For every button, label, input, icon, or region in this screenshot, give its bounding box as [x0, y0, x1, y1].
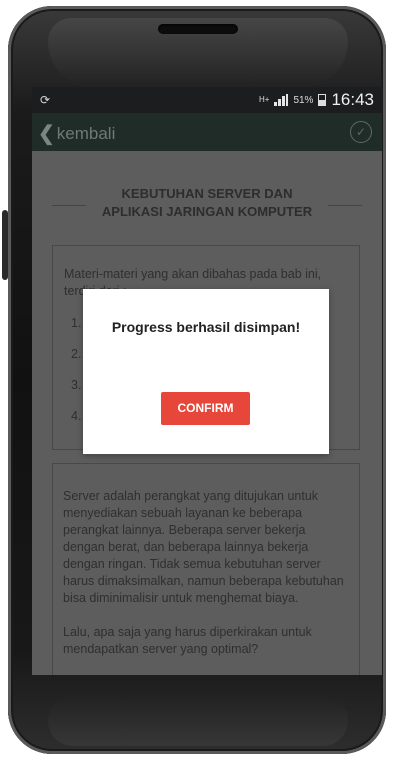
title-line-2: APLIKASI JARINGAN KOMPUTER: [101, 204, 313, 219]
network-type: H+: [258, 95, 270, 104]
app-bar: ❮ kembali ✓: [32, 113, 382, 151]
title-line-1: KEBUTUHAN SERVER DAN: [121, 186, 293, 201]
check-circle-icon[interactable]: ✓: [350, 121, 372, 143]
phone-speaker: [158, 24, 238, 34]
phone-screen: ⟳ H+ 51% 16:43 ❮ kembali ✓ KEBUTUHAN SER…: [32, 87, 382, 675]
confirm-button[interactable]: CONFIRM: [161, 392, 250, 425]
paragraph-server: Server adalah perangkat yang ditujukan u…: [63, 489, 344, 605]
topics-list: 1. 2. 3. 4.: [71, 316, 81, 440]
refresh-icon: ⟳: [40, 93, 51, 107]
battery-percent: 51%: [293, 94, 314, 106]
page-title: KEBUTUHAN SERVER DAN APLIKASI JARINGAN K…: [32, 185, 382, 221]
main-content: KEBUTUHAN SERVER DAN APLIKASI JARINGAN K…: [32, 151, 382, 675]
phone-side-button: [2, 210, 8, 280]
back-label: kembali: [56, 123, 116, 143]
list-item-number: 3.: [71, 378, 82, 392]
status-icons: H+ 51% 16:43: [259, 90, 374, 110]
dialog-message: Progress berhasil disimpan!: [111, 319, 301, 335]
paragraph-question: Lalu, apa saja yang harus diperkirakan u…: [63, 625, 312, 656]
success-dialog: Progress berhasil disimpan! CONFIRM: [83, 289, 329, 454]
chevron-left-icon: ❮: [38, 123, 55, 145]
phone-bottom-gloss: [48, 696, 348, 746]
clock: 16:43: [331, 90, 374, 109]
signal-icon: [274, 94, 289, 106]
list-item-number: 2.: [71, 347, 82, 361]
list-item-number: 1.: [71, 316, 82, 330]
content-card: Server adalah perangkat yang ditujukan u…: [52, 463, 360, 675]
list-item-number: 4.: [71, 409, 82, 423]
battery-icon: [318, 94, 327, 106]
back-button[interactable]: ❮ kembali: [38, 121, 115, 146]
status-bar: ⟳ H+ 51% 16:43: [32, 87, 382, 113]
